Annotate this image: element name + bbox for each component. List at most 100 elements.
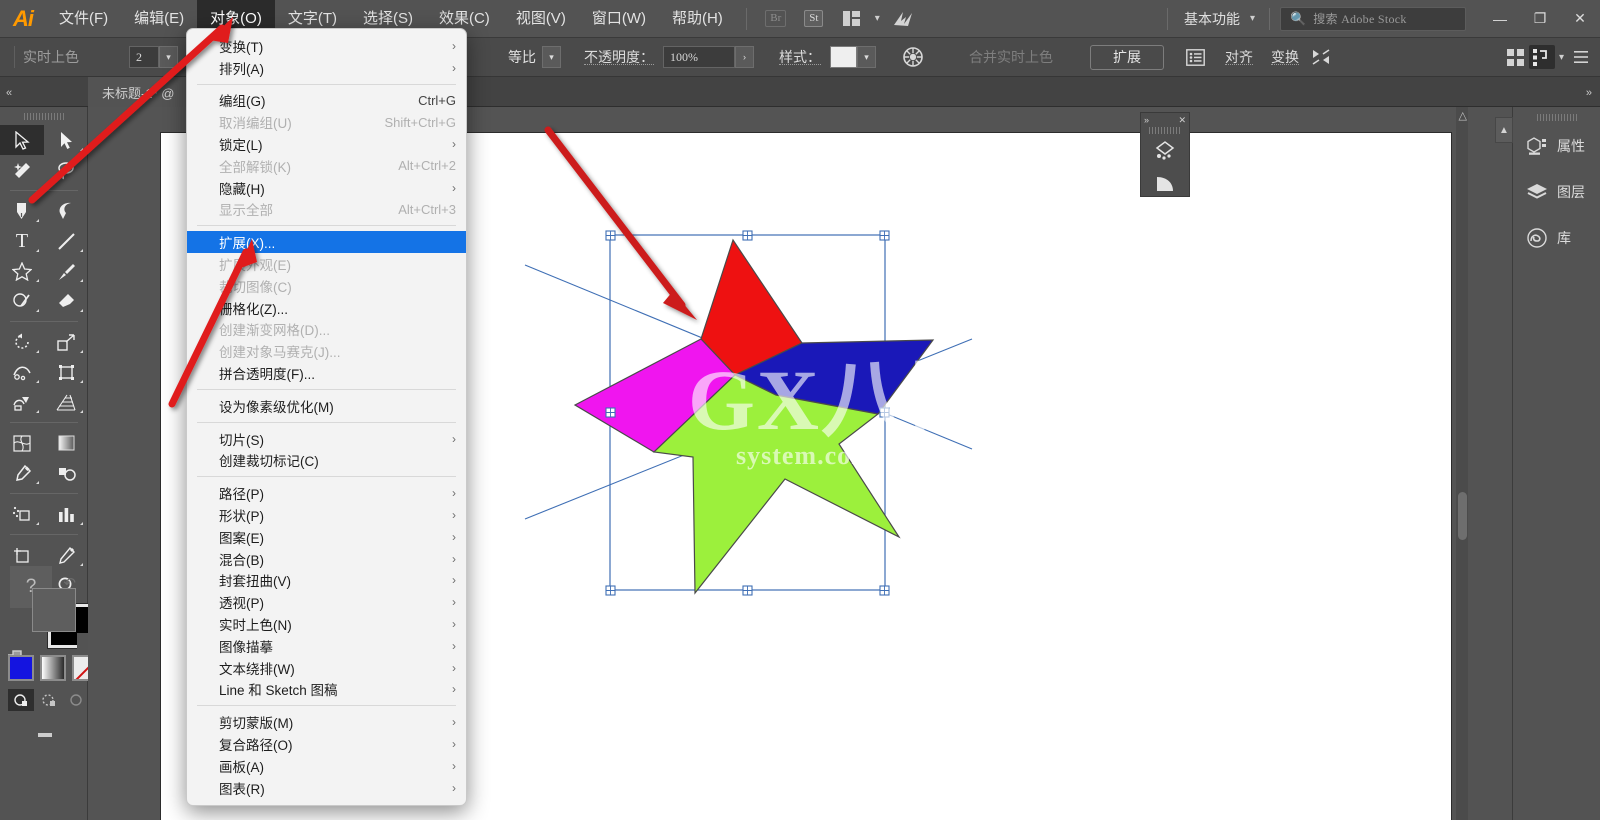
type-tool[interactable]: T [0, 226, 44, 256]
collapse-panels-icon[interactable]: » [1586, 87, 1592, 99]
proportional-chevron-down-icon[interactable]: ▾ [542, 46, 561, 68]
pen-tool[interactable] [0, 196, 44, 226]
menu-item[interactable]: 编组(G)Ctrl+G [187, 90, 466, 112]
live-paint-bucket-icon[interactable] [1141, 134, 1189, 167]
panel-tab-properties[interactable]: 属性 [1513, 123, 1600, 169]
draw-inside-icon[interactable] [64, 689, 90, 711]
stock-search-input[interactable]: 🔍 搜索 Adobe Stock [1280, 7, 1466, 31]
menu-window[interactable]: 窗口(W) [579, 0, 659, 38]
menu-item[interactable]: Line 和 Sketch 图稿› [187, 679, 466, 701]
style-swatch[interactable] [830, 46, 857, 68]
menu-item[interactable]: 混合(B)› [187, 548, 466, 570]
stroke-weight-field[interactable]: 2 [129, 46, 159, 68]
mini-panel-grip[interactable] [1149, 127, 1181, 134]
eraser-tool[interactable] [44, 286, 88, 316]
object-menu-dropdown[interactable]: 变换(T)›排列(A)›编组(G)Ctrl+G取消编组(U)Shift+Ctrl… [186, 28, 467, 806]
perspective-grid-tool[interactable] [44, 387, 88, 417]
shaper-tool[interactable] [0, 286, 44, 316]
direct-selection-tool[interactable] [44, 125, 88, 155]
arrange-chevron-down-icon[interactable]: ▾ [1555, 52, 1568, 63]
menu-item[interactable]: 创建裁切标记(C) [187, 450, 466, 472]
arrange-documents-icon[interactable] [838, 7, 866, 31]
scrollbar-thumb[interactable] [1458, 492, 1467, 540]
menu-item[interactable]: 隐藏(H)› [187, 177, 466, 199]
opacity-field[interactable]: 100% [663, 46, 735, 68]
magic-wand-tool[interactable] [0, 155, 44, 185]
live-paint-mini-panel[interactable]: » ✕ [1140, 112, 1190, 197]
gradient-tool[interactable] [44, 428, 88, 458]
paintbrush-tool[interactable] [44, 256, 88, 286]
menu-item[interactable]: 实时上色(N)› [187, 613, 466, 635]
transform-button[interactable]: 变换 [1262, 47, 1308, 67]
menu-view[interactable]: 视图(V) [503, 0, 579, 38]
column-graph-tool[interactable] [44, 499, 88, 529]
menu-item[interactable]: 排列(A)› [187, 57, 466, 79]
arrange-chevron-down-icon[interactable]: ▾ [871, 13, 884, 24]
menu-item[interactable]: 锁定(L)› [187, 133, 466, 155]
menu-item[interactable]: 复合路径(O)› [187, 733, 466, 755]
document-setup-icon[interactable] [1182, 45, 1208, 69]
close-button[interactable]: ✕ [1560, 4, 1600, 34]
document-tab[interactable]: 未标题-1* @ [88, 77, 188, 107]
panel-tab-layers[interactable]: 图层 [1513, 169, 1600, 215]
free-transform-tool[interactable] [44, 357, 88, 387]
menu-item[interactable]: 图表(R)› [187, 777, 466, 799]
draw-behind-icon[interactable] [36, 689, 62, 711]
menu-item[interactable]: 图像描摹› [187, 635, 466, 657]
menu-item[interactable]: 画板(A)› [187, 755, 466, 777]
lasso-tool[interactable] [44, 155, 88, 185]
fill-swatch[interactable] [32, 588, 76, 632]
scroll-up-icon[interactable]: △ [1459, 109, 1467, 122]
line-segment-tool[interactable] [44, 226, 88, 256]
menu-item[interactable]: 形状(P)› [187, 504, 466, 526]
menu-item[interactable]: 变换(T)› [187, 35, 466, 57]
discover-icon[interactable] [889, 7, 917, 31]
menu-file[interactable]: 文件(F) [46, 0, 121, 38]
symbol-sprayer-tool[interactable] [0, 499, 44, 529]
menu-item[interactable]: 设为像素级优化(M) [187, 395, 466, 417]
more-options-icon[interactable] [1568, 45, 1594, 69]
curvature-tool[interactable] [44, 196, 88, 226]
workspace-switcher[interactable]: 基本功能 [1178, 9, 1246, 29]
expand-panel-icon[interactable]: ▲ [1495, 117, 1513, 143]
width-tool[interactable] [0, 357, 44, 387]
dock-grip[interactable] [1537, 114, 1577, 121]
shape-builder-icon[interactable] [1308, 45, 1334, 69]
eyedropper-tool[interactable] [0, 458, 44, 488]
style-label[interactable]: 样式： [770, 47, 830, 67]
stock-icon[interactable]: St [800, 7, 828, 31]
arrange-icon[interactable] [1529, 45, 1555, 69]
gradient-swatch[interactable] [40, 655, 66, 681]
menu-help[interactable]: 帮助(H) [659, 0, 736, 38]
color-swatch-blue[interactable] [8, 655, 34, 681]
expand-button[interactable]: 扩展 [1090, 45, 1164, 70]
menu-item[interactable]: 透视(P)› [187, 591, 466, 613]
stroke-chevron-down-icon[interactable]: ▾ [159, 46, 178, 68]
collapse-panel-icon[interactable]: « [6, 87, 12, 99]
menu-item[interactable]: 文本绕排(W)› [187, 657, 466, 679]
opacity-expand-icon[interactable]: › [735, 46, 754, 68]
shape-tool[interactable] [0, 256, 44, 286]
canvas-vertical-scrollbar[interactable]: △ [1456, 107, 1468, 820]
scale-tool[interactable] [44, 327, 88, 357]
menu-item[interactable]: 封套扭曲(V)› [187, 570, 466, 592]
recolor-artwork-icon[interactable] [900, 45, 926, 69]
menu-item[interactable]: 剪切蒙版(M)› [187, 711, 466, 733]
menu-item[interactable]: 图案(E)› [187, 526, 466, 548]
menu-item[interactable]: 拼合透明度(F)... [187, 362, 466, 384]
minimize-button[interactable]: — [1480, 4, 1520, 34]
style-chevron-down-icon[interactable]: ▾ [857, 46, 876, 68]
panel-tab-libraries[interactable]: 库 [1513, 215, 1600, 261]
opacity-label[interactable]: 不透明度： [575, 47, 663, 67]
selection-tool[interactable] [0, 125, 44, 155]
menu-item[interactable]: 切片(S)› [187, 428, 466, 450]
blend-tool[interactable] [44, 458, 88, 488]
bridge-icon[interactable]: Br [762, 7, 790, 31]
mesh-tool[interactable] [0, 428, 44, 458]
menu-item[interactable]: 扩展(X)... [187, 231, 466, 253]
change-screen-mode-icon[interactable] [30, 723, 60, 747]
workspace-chevron-down-icon[interactable]: ▾ [1246, 13, 1259, 24]
live-paint-selection-icon[interactable] [1141, 167, 1189, 200]
shape-builder-tool[interactable] [0, 387, 44, 417]
toolbar-grip[interactable] [24, 113, 64, 120]
